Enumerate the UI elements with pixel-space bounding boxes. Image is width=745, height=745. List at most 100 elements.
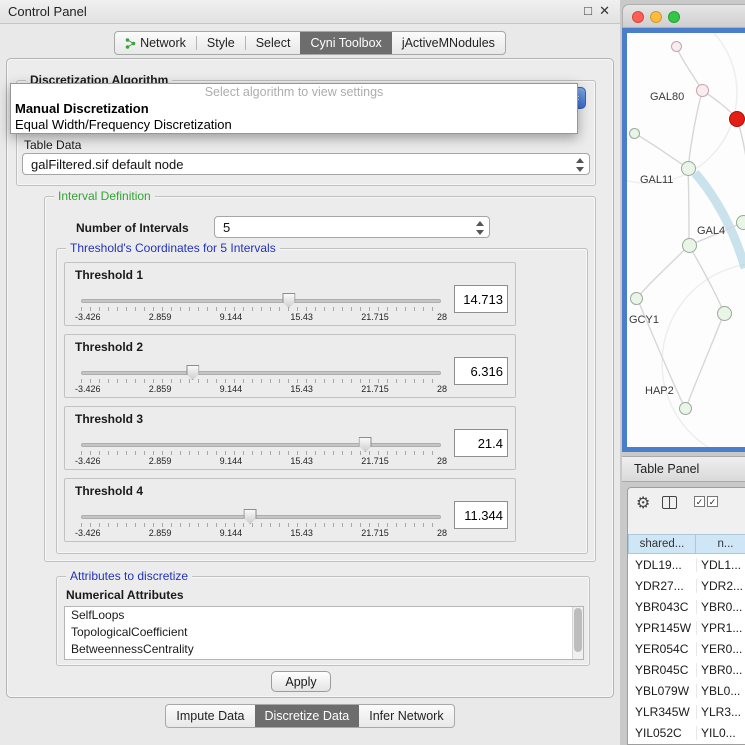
column-header-name[interactable]: n... [696, 534, 745, 554]
table-cell[interactable]: YIL052C [628, 726, 696, 740]
numerical-attributes-list[interactable]: SelfLoops TopologicalCoefficient Between… [64, 606, 584, 660]
table-cell[interactable]: YIL0... [696, 726, 745, 740]
table-cell[interactable]: YBL079W [628, 684, 696, 698]
table-cell[interactable]: YBR043C [628, 600, 696, 614]
network-canvas[interactable]: GAL80 GAL11 GAL4 GCY1 HAP2 [627, 33, 745, 447]
float-window-icon[interactable]: □ [584, 3, 592, 18]
tab-infer-network[interactable]: Infer Network [359, 705, 453, 727]
network-node-selected[interactable] [729, 111, 745, 127]
algorithm-option-manual[interactable]: Manual Discretization [11, 101, 577, 117]
table-cell[interactable]: YBL0... [696, 684, 745, 698]
table-cell[interactable]: YBR0... [696, 663, 745, 677]
tab-network[interactable]: Network [115, 32, 196, 54]
scale-tick-label: 2.859 [149, 528, 172, 538]
table-row[interactable]: YLR345WYLR3... [628, 701, 745, 722]
table-cell[interactable]: YLR3... [696, 705, 745, 719]
table-cell[interactable]: YDL19... [628, 558, 696, 572]
list-item[interactable]: SelfLoops [65, 607, 583, 624]
table-row[interactable]: YBL079WYBL0... [628, 680, 745, 701]
tab-impute-data[interactable]: Impute Data [166, 705, 254, 727]
table-cell[interactable]: YBR045C [628, 663, 696, 677]
threshold-4-value-field[interactable] [454, 501, 508, 529]
table-row[interactable]: YER054CYER0... [628, 638, 745, 659]
threshold-3-slider-thumb[interactable] [359, 437, 372, 452]
table-cell[interactable]: YBR0... [696, 600, 745, 614]
slider-track[interactable] [81, 443, 441, 447]
network-node[interactable] [679, 402, 692, 415]
table-row[interactable]: YPR145WYPR1... [628, 617, 745, 638]
threshold-1-label: Threshold 1 [75, 268, 143, 282]
network-node-label: HAP2 [645, 385, 674, 397]
network-node[interactable] [682, 238, 697, 253]
number-of-intervals-combobox[interactable]: 5 [214, 216, 490, 238]
checkbox-icon[interactable]: ✓ [707, 496, 718, 507]
threshold-1-slider-thumb[interactable] [282, 293, 295, 308]
network-node[interactable] [736, 215, 745, 230]
scrollbar-thumb[interactable] [574, 608, 582, 652]
minimize-traffic-light[interactable] [650, 11, 662, 23]
table-cell[interactable]: YLR345W [628, 705, 696, 719]
scale-tick-label: 9.144 [220, 528, 243, 538]
slider-track[interactable] [81, 515, 441, 519]
table-cell[interactable]: YPR145W [628, 621, 696, 635]
network-node[interactable] [717, 306, 732, 321]
network-node[interactable] [681, 161, 696, 176]
table-cell[interactable]: YER054C [628, 642, 696, 656]
table-row[interactable]: YDL19...YDL1... [628, 554, 745, 575]
table-row[interactable]: YDR27...YDR2... [628, 575, 745, 596]
combo-stepper-icon[interactable] [575, 157, 584, 173]
network-node[interactable] [630, 292, 643, 305]
close-traffic-light[interactable] [632, 11, 644, 23]
network-node[interactable] [671, 41, 682, 52]
threshold-4-label: Threshold 4 [75, 484, 143, 498]
scale-tick-label: 28 [437, 528, 447, 538]
table-body: YDL19...YDL1... YDR27...YDR2... YBR043CY… [628, 554, 745, 744]
table-row[interactable]: YBR045CYBR0... [628, 659, 745, 680]
table-row[interactable]: YIL052CYIL0... [628, 722, 745, 743]
apply-button[interactable]: Apply [271, 671, 331, 692]
threshold-2-value-field[interactable] [454, 357, 508, 385]
threshold-4-slider-thumb[interactable] [244, 509, 257, 524]
scale-tick-label: -3.426 [75, 456, 101, 466]
table-cell[interactable]: YDR27... [628, 579, 696, 593]
zoom-traffic-light[interactable] [668, 11, 680, 23]
tab-discretize-data[interactable]: Discretize Data [255, 705, 360, 727]
attributes-list-scrollbar[interactable] [572, 607, 583, 659]
table-cell[interactable]: YDL1... [696, 558, 745, 572]
close-window-icon[interactable]: ✕ [599, 3, 610, 19]
tab-style[interactable]: Style [197, 32, 245, 54]
algorithm-option-equal-width[interactable]: Equal Width/Frequency Discretization [11, 117, 577, 133]
table-cell[interactable]: YER0... [696, 642, 745, 656]
table-row[interactable]: YBR043CYBR0... [628, 596, 745, 617]
threshold-3-value-field[interactable] [454, 429, 508, 457]
network-node[interactable] [629, 128, 640, 139]
column-header-shared-name[interactable]: shared... [628, 534, 696, 554]
threshold-1-value-field[interactable] [454, 285, 508, 313]
number-of-intervals-label: Number of Intervals [76, 221, 189, 235]
checkbox-icon[interactable]: ✓ [694, 496, 705, 507]
slider-track[interactable] [81, 299, 441, 303]
gear-icon[interactable]: ⚙ [636, 493, 650, 513]
table-data-combobox[interactable]: galFiltered.sif default node [22, 153, 590, 175]
network-node[interactable] [696, 84, 709, 97]
tab-cyni-toolbox[interactable]: Cyni Toolbox [300, 32, 391, 54]
tab-jactivemnodules[interactable]: jActiveMNodules [392, 32, 505, 54]
slider-scale: -3.4262.8599.14415.4321.71528 [75, 456, 447, 466]
list-item[interactable]: TopologicalCoefficient [65, 624, 583, 641]
network-window-titlebar[interactable] [622, 4, 745, 28]
tab-select[interactable]: Select [246, 32, 301, 54]
tab-discretize-data-label: Discretize Data [265, 709, 350, 723]
threshold-2-slider-thumb[interactable] [186, 365, 199, 380]
column-selector-icon[interactable] [662, 496, 677, 509]
scale-tick-label: 21.715 [361, 456, 389, 466]
slider-track[interactable] [81, 371, 441, 375]
tab-cyni-toolbox-label: Cyni Toolbox [310, 36, 381, 50]
scale-tick-label: 21.715 [361, 384, 389, 394]
table-cell[interactable]: YDR2... [696, 579, 745, 593]
scale-tick-label: 15.43 [290, 528, 313, 538]
list-item[interactable]: BetweennessCentrality [65, 641, 583, 658]
table-panel-title: Table Panel [634, 462, 699, 476]
combo-stepper-icon[interactable] [475, 220, 484, 236]
table-cell[interactable]: YPR1... [696, 621, 745, 635]
number-of-intervals-value: 5 [223, 220, 230, 235]
